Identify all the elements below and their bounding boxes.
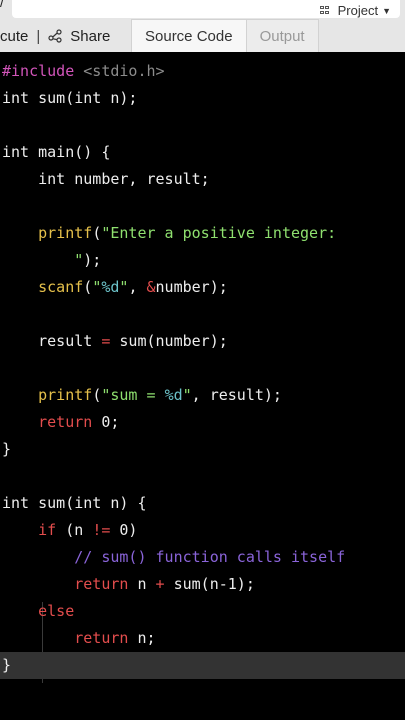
code-line[interactable] xyxy=(2,463,405,490)
code-line[interactable]: else xyxy=(2,598,405,625)
code-token: int main() { xyxy=(2,143,111,161)
code-token: return xyxy=(74,575,129,593)
share-label: Share xyxy=(70,27,111,45)
code-line[interactable]: printf("sum = %d", result); xyxy=(2,382,405,409)
code-line[interactable] xyxy=(2,193,405,220)
code-token: int sum(int n); xyxy=(2,89,138,107)
code-token: if xyxy=(38,521,57,539)
code-line[interactable]: return 0; xyxy=(2,409,405,436)
code-token: printf xyxy=(38,224,93,242)
code-token: " xyxy=(92,278,102,296)
share-button[interactable]: Share xyxy=(48,28,110,45)
code-token: else xyxy=(38,602,75,620)
code-token: ( xyxy=(92,386,102,404)
code-line[interactable]: } xyxy=(2,436,405,463)
code-token: 0; xyxy=(92,413,120,431)
code-token: %d xyxy=(164,386,183,404)
code-token: != xyxy=(92,521,111,539)
code-token: ( xyxy=(92,224,102,242)
code-token: 0) xyxy=(110,521,138,539)
code-token: , xyxy=(128,278,147,296)
code-token: scanf xyxy=(38,278,84,296)
code-line[interactable]: // sum() function calls itself xyxy=(2,544,405,571)
code-token: n xyxy=(128,575,156,593)
code-line[interactable] xyxy=(2,301,405,328)
code-line[interactable]: #include <stdio.h> xyxy=(2,58,405,85)
code-token: #include xyxy=(2,62,84,80)
code-token: & xyxy=(146,278,156,296)
code-line[interactable]: int main() { xyxy=(2,139,405,166)
code-token: } xyxy=(2,656,12,674)
code-token: sum(number); xyxy=(110,332,228,350)
execute-button[interactable]: cute xyxy=(0,28,28,45)
code-token: (n xyxy=(56,521,93,539)
code-token: "sum = xyxy=(101,386,165,404)
code-token: + xyxy=(155,575,165,593)
code-token: sum(n-1); xyxy=(164,575,255,593)
code-token: int number, result; xyxy=(2,170,210,188)
tab-source-code[interactable]: Source Code xyxy=(131,19,247,52)
code-line[interactable]: int sum(int n); xyxy=(2,85,405,112)
code-token: , result); xyxy=(191,386,282,404)
code-line[interactable]: int sum(int n) { xyxy=(2,490,405,517)
tab-bar: Source Code Output xyxy=(131,19,319,52)
code-line[interactable]: int number, result; xyxy=(2,166,405,193)
top-bar: / Project ▼ cute | Share Source Code Out… xyxy=(0,0,405,52)
project-grid-icon xyxy=(319,6,334,15)
code-token: return xyxy=(38,413,93,431)
code-token: " xyxy=(2,251,84,269)
share-icon xyxy=(48,29,62,43)
code-token: } xyxy=(2,440,12,458)
code-editor[interactable]: #include <stdio.h> int sum(int n); int ma… xyxy=(0,52,405,720)
code-token: "Enter a positive integer: xyxy=(101,224,337,242)
code-token: int sum(int n) { xyxy=(2,494,147,512)
code-token: n; xyxy=(128,629,156,647)
corner-glyph: / xyxy=(0,0,4,10)
tab-output[interactable]: Output xyxy=(245,19,319,52)
project-strip: / Project ▼ xyxy=(0,0,405,20)
code-line[interactable] xyxy=(2,112,405,139)
code-token: return xyxy=(74,629,129,647)
code-line[interactable]: } xyxy=(0,652,405,679)
code-token: ( xyxy=(83,278,93,296)
project-menu[interactable]: Project ▼ xyxy=(319,3,391,18)
chevron-down-icon: ▼ xyxy=(382,5,391,16)
code-line[interactable]: return n + sum(n-1); xyxy=(2,571,405,598)
code-token: result xyxy=(2,332,102,350)
code-line[interactable]: scanf("%d", &number); xyxy=(2,274,405,301)
code-token: %d xyxy=(101,278,120,296)
code-token: " xyxy=(182,386,192,404)
code-content[interactable]: #include <stdio.h> int sum(int n); int ma… xyxy=(0,58,405,679)
code-token: <stdio.h> xyxy=(83,62,165,80)
code-line[interactable] xyxy=(2,355,405,382)
toolbar: cute | Share xyxy=(0,20,110,52)
code-token: ); xyxy=(83,251,102,269)
code-line[interactable]: if (n != 0) xyxy=(2,517,405,544)
code-line[interactable]: "); xyxy=(2,247,405,274)
code-token: // sum() function calls itself xyxy=(74,548,346,566)
project-label: Project xyxy=(337,3,379,18)
code-line[interactable]: result = sum(number); xyxy=(2,328,405,355)
code-line[interactable]: return n; xyxy=(2,625,405,652)
code-line[interactable]: printf("Enter a positive integer: xyxy=(2,220,405,247)
code-token: printf xyxy=(38,386,93,404)
toolbar-separator: | xyxy=(36,27,41,45)
code-token: number); xyxy=(155,278,228,296)
